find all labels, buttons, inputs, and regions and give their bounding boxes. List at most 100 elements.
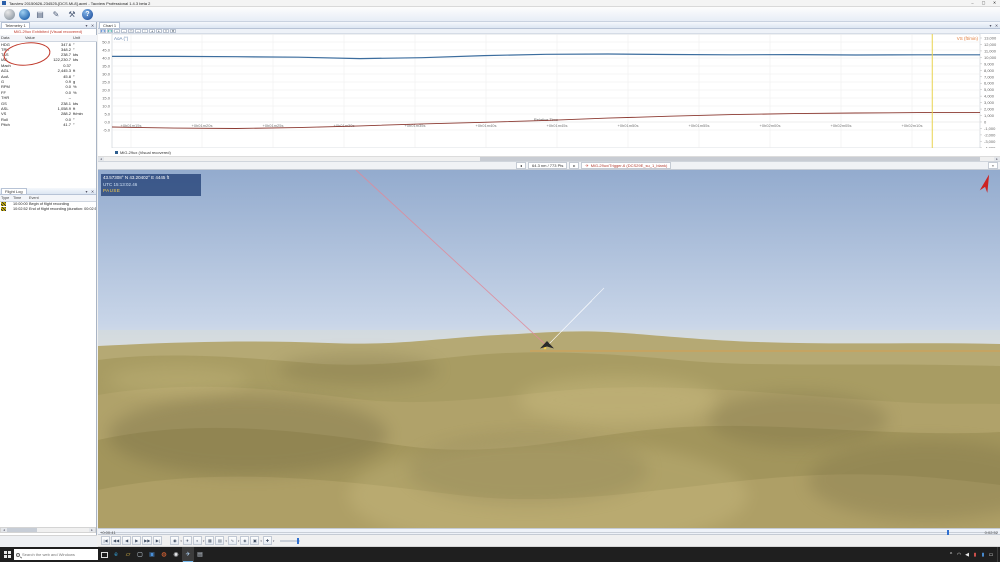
camera-mode-button[interactable]: ◉: [170, 536, 180, 545]
telemetry-hscrollbar[interactable]: ◂ ▸: [0, 527, 96, 533]
taskbar-app-tacview[interactable]: ✈: [182, 547, 194, 562]
tray-network-icon[interactable]: ◠: [955, 552, 963, 558]
tab-telemetry[interactable]: Telemetry 1: [1, 22, 30, 28]
timeline-track[interactable]: [100, 532, 998, 533]
dropdown-arrow-icon[interactable]: ▾: [260, 539, 262, 543]
cockpit-view-button[interactable]: ✈: [182, 536, 192, 545]
taskbar-app-photos[interactable]: ▣: [146, 547, 158, 562]
chart-tool-series-2-color[interactable]: ▦: [107, 29, 113, 33]
svg-text:AoA (°): AoA (°): [114, 36, 129, 41]
taskbar-app-edge[interactable]: e: [110, 547, 122, 562]
layout-button[interactable]: ▤: [34, 8, 46, 20]
objects-filter-button[interactable]: ▣: [250, 536, 260, 545]
flight-log-row[interactable]: 10:02:52 End of flight recording (duratio…: [0, 206, 96, 213]
action-center-icon[interactable]: ▭: [987, 552, 995, 558]
play-button[interactable]: ▶: [132, 536, 142, 545]
tray-app-blue-icon[interactable]: ▮: [979, 552, 987, 558]
chart-tool-series-1-color[interactable]: ▦: [100, 29, 106, 33]
chart-tool-fit-view[interactable]: ▭: [128, 29, 134, 33]
taskbar-search-input[interactable]: Search the web and Windows: [14, 549, 98, 560]
taskbar-app-chrome[interactable]: ◉: [170, 547, 182, 562]
dropdown-arrow-icon[interactable]: ▾: [238, 539, 240, 543]
trails-toggle-button[interactable]: ∿: [227, 536, 237, 545]
play-forward-fast-button[interactable]: ▶▶: [142, 536, 153, 545]
telemetry-row[interactable]: Pitch 41.7 °: [0, 122, 97, 127]
terrain-toggle-button[interactable]: ◈: [240, 536, 250, 545]
close-icon[interactable]: ✕: [994, 23, 999, 28]
selected-object-label: MiG-29ux/Trigger-6 (DCS29E_su_1_blank): [590, 163, 668, 168]
dropdown-arrow-icon[interactable]: ▾: [180, 539, 182, 543]
chart-tool-zoom-in[interactable]: +: [114, 29, 120, 33]
tab-flight-log[interactable]: Flight Log: [1, 188, 27, 194]
terrain: [98, 331, 1000, 550]
tray-volume-icon[interactable]: ◀: [963, 552, 971, 558]
more-button[interactable]: »: [987, 162, 998, 169]
online-flight-button[interactable]: [19, 8, 30, 20]
speed-slider[interactable]: [280, 537, 301, 544]
chart-tool-prev[interactable]: ◂: [149, 29, 155, 33]
chart-tool-pan-h[interactable]: ↔: [135, 29, 141, 33]
open-flight-button[interactable]: [4, 8, 15, 20]
taskbar-app-notepad[interactable]: ▤: [194, 547, 206, 562]
taskbar-app-store[interactable]: ▢: [134, 547, 146, 562]
camera-info-overlay: 43.57308° N 43.20402° E 4445 ft UTC 15:1…: [101, 174, 201, 196]
tray-expand-icon[interactable]: ^: [947, 552, 955, 558]
pin-icon[interactable]: ▾: [988, 23, 993, 28]
svg-text:+0h01m25s: +0h01m25s: [262, 123, 283, 128]
task-view-button[interactable]: [98, 547, 110, 562]
svg-text:-1,000: -1,000: [984, 126, 996, 131]
tools-button[interactable]: ⚒: [66, 8, 78, 20]
maximize-button[interactable]: ▢: [978, 0, 989, 6]
tab-chart-1[interactable]: Chart 1: [99, 22, 121, 28]
svg-text:-4,000: -4,000: [984, 145, 996, 148]
pin-icon[interactable]: ▾: [84, 189, 89, 194]
dropdown-arrow-icon[interactable]: ▾: [273, 539, 275, 543]
chart-tool-zoom-out[interactable]: −: [121, 29, 127, 33]
timeline-bar[interactable]: +0:00:41 0:02:52: [98, 528, 1000, 535]
taskbar-app-firefox[interactable]: ◍: [158, 547, 170, 562]
edit-flight-button[interactable]: ✎: [50, 8, 62, 20]
telemetry-tabstrip: Telemetry 1 ▾ ✕: [0, 22, 96, 29]
svg-text:0: 0: [984, 119, 987, 124]
chart-tool-pan-v[interactable]: ↕: [142, 29, 148, 33]
pause-badge: PAUSE: [103, 188, 121, 193]
svg-text:-2,000: -2,000: [984, 132, 996, 137]
3d-view[interactable]: 43.57308° N 43.20402° E 4445 ft UTC 15:1…: [98, 169, 1000, 550]
play-backward-button[interactable]: ◀: [122, 536, 132, 545]
selected-object-badge[interactable]: ✈ MiG-29ux/Trigger-6 (DCS29E_su_1_blank): [581, 162, 672, 169]
minimize-button[interactable]: –: [967, 0, 978, 6]
help-button[interactable]: ?: [82, 8, 93, 20]
go-to-end-button[interactable]: ▶|: [153, 536, 163, 545]
map-mode-button[interactable]: ▦: [205, 536, 215, 545]
svg-text:VS (ft/min): VS (ft/min): [957, 36, 979, 41]
external-view-button[interactable]: ◐: [192, 536, 202, 545]
chart-legend: MiG-29ux (Visual recovered): [98, 148, 1000, 156]
svg-text:+0h01m45s: +0h01m45s: [546, 123, 567, 128]
chart-tool-add-series[interactable]: ✚: [170, 29, 176, 33]
chart-plot-area[interactable]: +0h01m15s +0h01m20s +0h01m25s +0h01m30s +0h0…: [98, 33, 1000, 150]
tray-app-red-icon[interactable]: ▮: [971, 552, 979, 558]
display-settings-button[interactable]: ✚: [262, 536, 272, 545]
flight-log-tabstrip: Flight Log ▾ ✕: [0, 188, 96, 195]
legend-marker: [115, 150, 118, 154]
chart-tool-options[interactable]: ▾: [163, 29, 169, 33]
taskbar-app-file-explorer[interactable]: ▱: [122, 547, 134, 562]
dropdown-arrow-icon[interactable]: ▾: [225, 539, 227, 543]
scroll-right-icon[interactable]: ▸: [89, 528, 95, 532]
pin-icon[interactable]: ▾: [84, 23, 89, 28]
selected-aircraft-label: MiG-29ux Exhibited (Visual recovered): [13, 29, 83, 34]
close-button[interactable]: ✕: [989, 0, 1000, 6]
close-icon[interactable]: ✕: [90, 189, 95, 194]
next-object-button[interactable]: ▸: [569, 162, 580, 169]
svg-text:+0h01m55s: +0h01m55s: [688, 123, 709, 128]
labels-toggle-button[interactable]: ▤: [215, 536, 225, 545]
close-icon[interactable]: ✕: [90, 23, 95, 28]
chart-tool-next[interactable]: ▸: [156, 29, 162, 33]
play-backward-fast-button[interactable]: ◀◀: [111, 536, 122, 545]
speed-slider-knob[interactable]: [297, 537, 300, 544]
main-toolbar: ▤ ✎ ⚒?: [0, 7, 1000, 22]
dropdown-arrow-icon[interactable]: ▾: [203, 539, 205, 543]
start-button[interactable]: [0, 547, 14, 562]
prev-object-button[interactable]: ◂: [516, 162, 527, 169]
go-to-start-button[interactable]: |◀: [101, 536, 110, 545]
